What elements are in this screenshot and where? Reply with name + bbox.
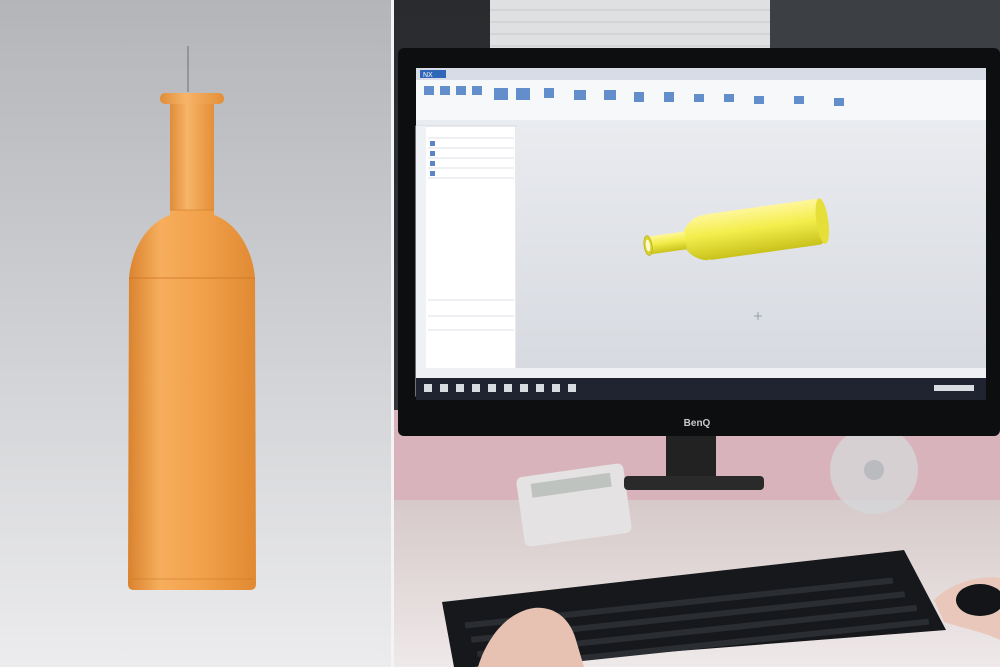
calculator	[516, 463, 632, 547]
bottle-lip	[160, 93, 224, 104]
part-navigator	[415, 125, 517, 397]
bottle-render-panel	[0, 0, 391, 667]
bottle-neck	[170, 100, 214, 210]
workstation-photo: BenQ NX	[394, 0, 1000, 667]
monitor-brand-logo: BenQ	[684, 418, 711, 429]
bottle-body	[128, 205, 256, 590]
windows-taskbar	[416, 378, 986, 400]
cad-statusbar	[416, 368, 986, 378]
workstation-scene: BenQ NX	[394, 0, 1000, 667]
cad-app-title: NX	[423, 72, 433, 79]
bottle-render	[128, 46, 256, 590]
cad-titlebar	[416, 68, 986, 80]
